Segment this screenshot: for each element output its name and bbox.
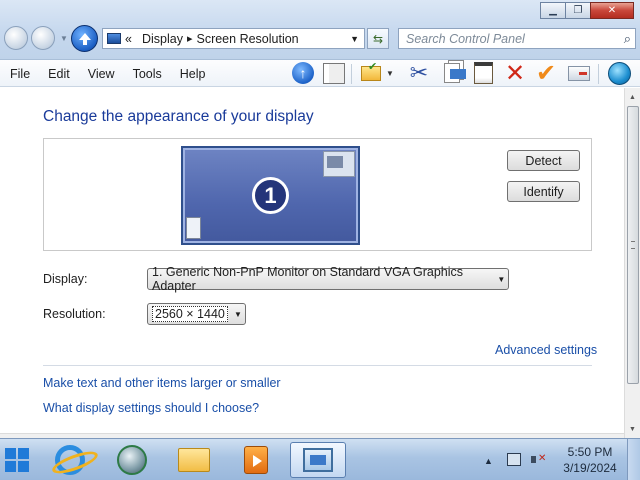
control-panel-taskbar-icon[interactable] bbox=[290, 442, 346, 478]
search-placeholder: Search Control Panel bbox=[406, 31, 525, 46]
chevron-down-icon[interactable]: ▼ bbox=[384, 61, 396, 85]
search-input[interactable]: Search Control Panel ⌕ bbox=[398, 28, 636, 49]
internet-explorer-icon[interactable] bbox=[42, 442, 98, 478]
menu-bar: File Edit View Tools Help ↑ ▼ ✂ ✕ ✔ bbox=[0, 60, 640, 87]
scroll-down-icon[interactable]: ▼ bbox=[627, 422, 638, 436]
breadcrumb-screen-resolution[interactable]: Screen Resolution bbox=[196, 32, 298, 46]
page-title: Change the appearance of your display bbox=[43, 108, 314, 125]
menu-tools[interactable]: Tools bbox=[124, 67, 171, 81]
text-size-link[interactable]: Make text and other items larger or smal… bbox=[43, 376, 281, 390]
advanced-settings-link[interactable]: Advanced settings bbox=[495, 343, 597, 357]
display-select[interactable]: 1. Generic Non-PnP Monitor on Standard V… bbox=[147, 265, 509, 293]
monitor-number-badge: 1 bbox=[252, 177, 289, 214]
scrollbar-thumb[interactable] bbox=[627, 106, 639, 384]
show-desktop-button[interactable] bbox=[627, 439, 640, 480]
minimize-icon[interactable]: ▁ bbox=[540, 2, 566, 19]
windows-explorer-icon[interactable] bbox=[166, 442, 222, 478]
show-hidden-icons-icon[interactable]: ▲ bbox=[484, 456, 493, 466]
media-center-icon[interactable] bbox=[228, 442, 284, 478]
folders-pane-icon[interactable] bbox=[321, 61, 347, 85]
display-settings-help-link[interactable]: What display settings should I choose? bbox=[43, 401, 259, 415]
monitor-preview[interactable]: 1 bbox=[181, 146, 360, 245]
globe-icon[interactable] bbox=[606, 61, 632, 85]
menu-view[interactable]: View bbox=[79, 67, 124, 81]
cut-icon[interactable]: ✂ bbox=[406, 60, 432, 85]
address-prefix[interactable]: « bbox=[125, 32, 132, 46]
breadcrumb-display[interactable]: Display bbox=[142, 32, 183, 46]
address-bar[interactable]: « Display ▸ Screen Resolution ▼ bbox=[102, 28, 365, 49]
window-thumbnail-icon bbox=[323, 151, 355, 177]
menu-help[interactable]: Help bbox=[171, 67, 215, 81]
email-check-icon[interactable] bbox=[358, 60, 384, 85]
menu-file[interactable]: File bbox=[0, 67, 39, 81]
volume-muted-icon[interactable] bbox=[531, 453, 546, 466]
recent-pages-icon[interactable]: ▼ bbox=[60, 34, 68, 43]
detect-button[interactable]: Detect bbox=[507, 150, 580, 171]
taskbar: ▲ 5:50 PM 3/19/2024 bbox=[0, 438, 640, 480]
back-button[interactable] bbox=[4, 26, 28, 50]
address-dropdown-icon[interactable]: ▼ bbox=[350, 34, 359, 44]
up-arrow-icon[interactable] bbox=[71, 25, 98, 52]
search-icon[interactable]: ⌕ bbox=[624, 31, 631, 47]
identify-button[interactable]: Identify bbox=[507, 181, 580, 202]
chevron-down-icon[interactable]: ▼ bbox=[231, 310, 245, 319]
refresh-icon[interactable]: ⇆ bbox=[367, 28, 389, 49]
menu-edit[interactable]: Edit bbox=[39, 67, 79, 81]
breadcrumb-separator[interactable]: ▸ bbox=[187, 32, 193, 45]
resolution-select[interactable]: 2560 × 1440 ▼ bbox=[147, 303, 246, 325]
window-controls: ▁ ❐ ✕ bbox=[540, 2, 634, 19]
start-button[interactable] bbox=[5, 448, 29, 472]
up-folder-icon[interactable]: ↑ bbox=[290, 61, 316, 85]
monitor-arrangement: 1 Detect Identify bbox=[43, 138, 592, 251]
control-panel-icon bbox=[107, 33, 121, 44]
network-icon[interactable] bbox=[507, 453, 521, 466]
checkmark-icon[interactable]: ✔ bbox=[533, 60, 559, 87]
divider bbox=[43, 365, 592, 366]
clock-date: 3/19/2024 bbox=[563, 461, 617, 475]
document-icon bbox=[186, 217, 201, 239]
resolution-select-value: 2560 × 1440 bbox=[152, 306, 228, 322]
display-label: Display: bbox=[43, 272, 88, 286]
clock-time: 5:50 PM bbox=[567, 445, 613, 459]
resolution-label: Resolution: bbox=[43, 307, 106, 321]
content-pane: Change the appearance of your display 1 … bbox=[0, 88, 624, 433]
windows-media-player-icon[interactable] bbox=[104, 442, 160, 478]
display-select-value: 1. Generic Non-PnP Monitor on Standard V… bbox=[152, 265, 464, 293]
maximize-icon[interactable]: ❐ bbox=[565, 2, 591, 19]
scroll-up-icon[interactable]: ▲ bbox=[627, 90, 638, 104]
close-icon[interactable]: ✕ bbox=[590, 2, 634, 19]
title-bar: ▁ ❐ ✕ ▼ « Display ▸ Screen Resolution ▼ … bbox=[0, 0, 640, 60]
properties-icon[interactable] bbox=[566, 61, 592, 85]
clock[interactable]: 5:50 PM 3/19/2024 bbox=[558, 444, 622, 476]
paste-icon[interactable] bbox=[470, 61, 496, 85]
delete-icon[interactable]: ✕ bbox=[502, 60, 528, 87]
copy-icon[interactable] bbox=[439, 61, 466, 85]
forward-button[interactable] bbox=[31, 26, 55, 50]
chevron-down-icon[interactable]: ▼ bbox=[495, 275, 508, 284]
vertical-scrollbar[interactable]: ▲ ▼ bbox=[624, 88, 640, 438]
